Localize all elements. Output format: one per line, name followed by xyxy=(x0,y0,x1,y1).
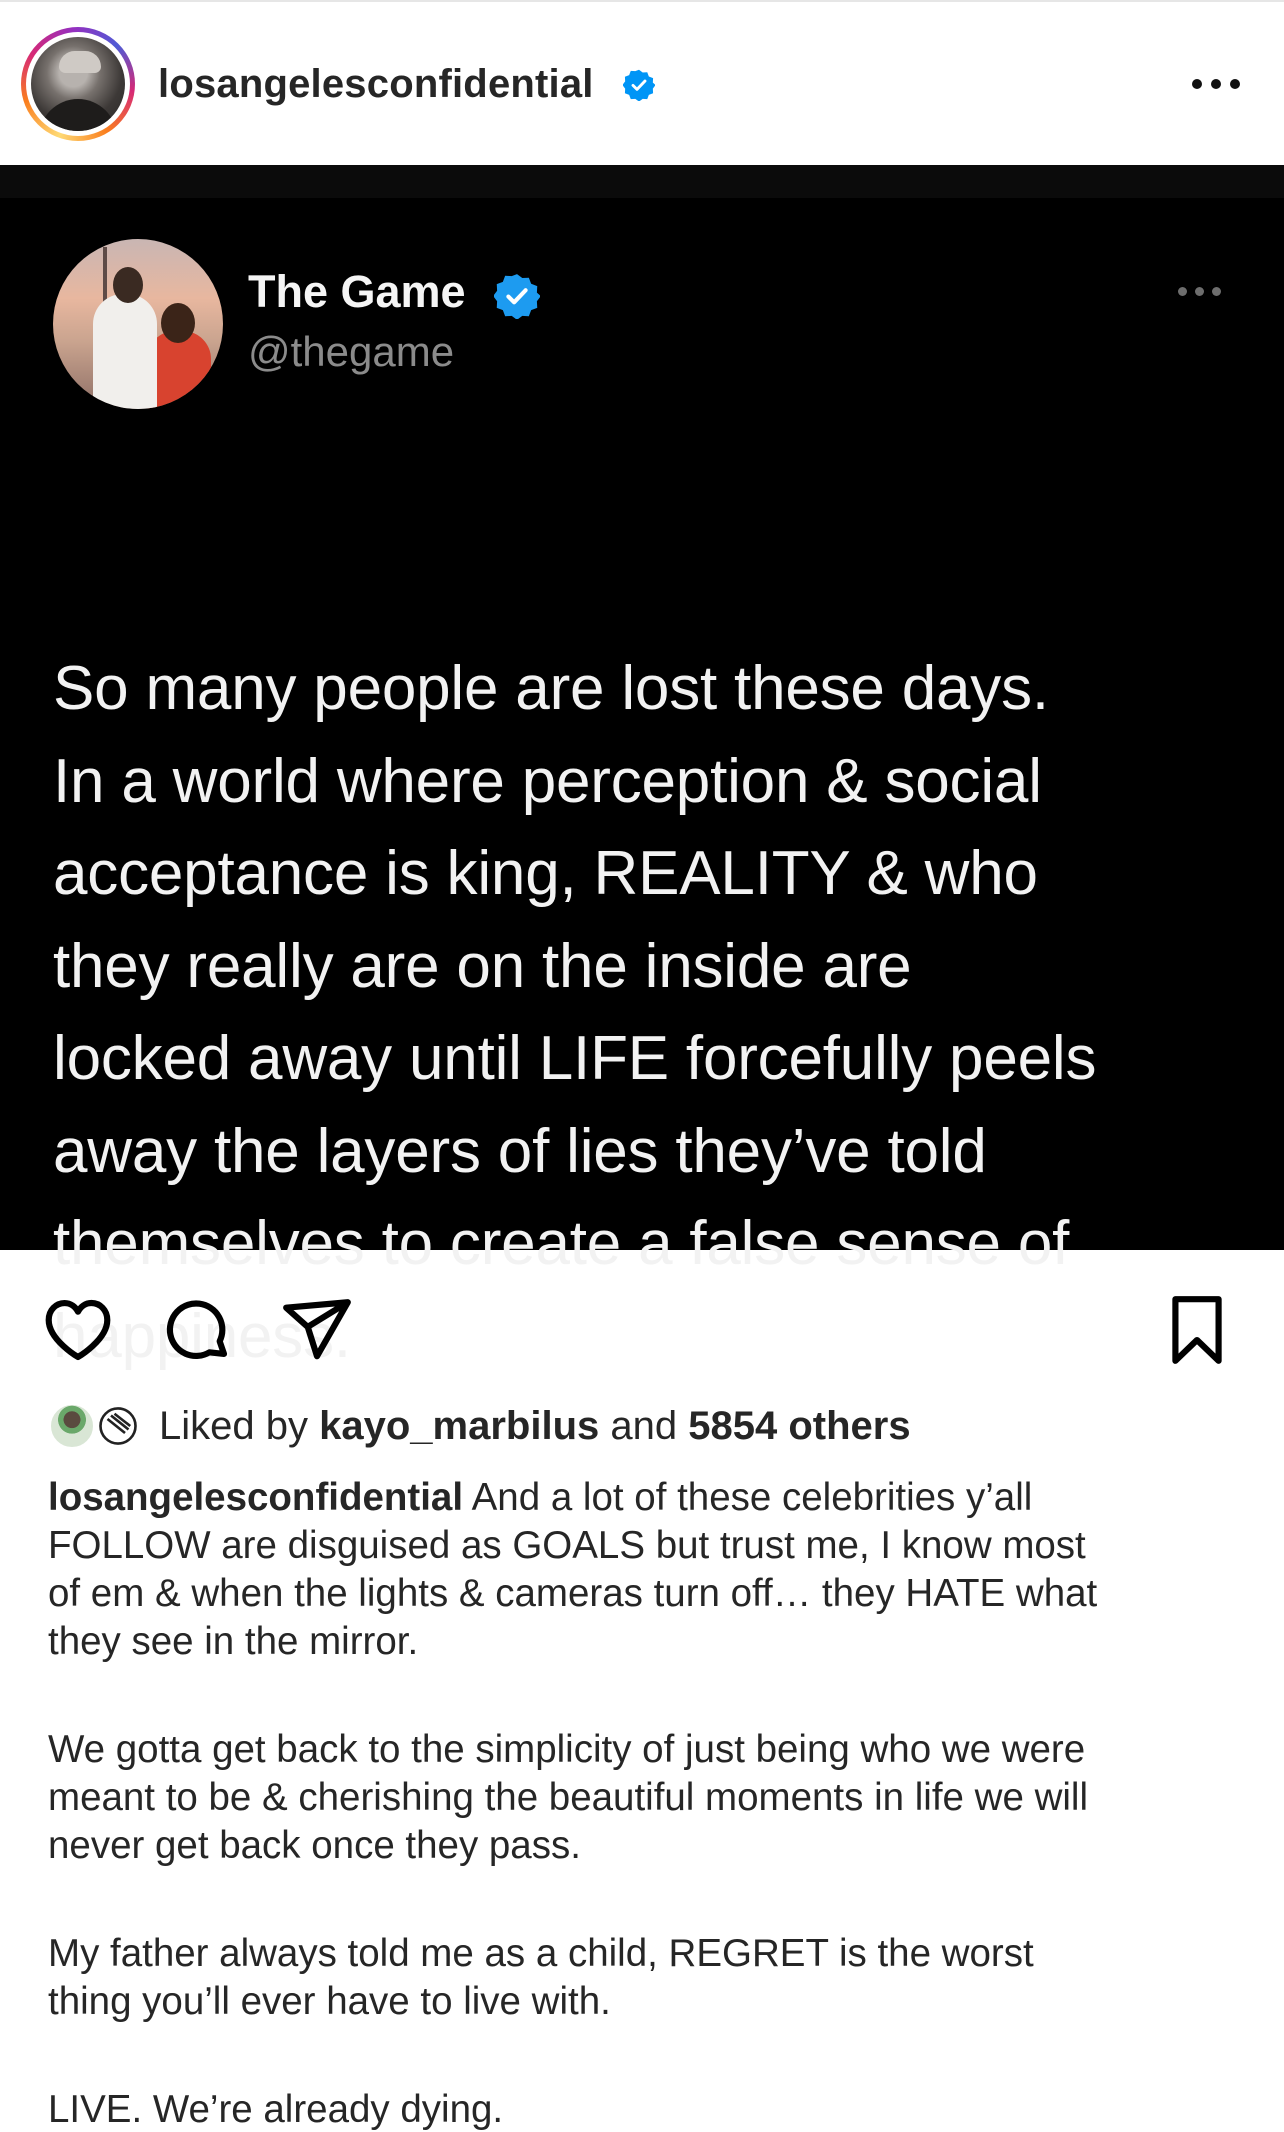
tweet-author-name: The Game xyxy=(248,266,466,317)
send-icon[interactable] xyxy=(280,1293,354,1367)
post-caption: losangelesconfidential And a lot of thes… xyxy=(48,1474,1258,2132)
liker-avatar xyxy=(48,1402,96,1450)
caption-line: of em & when the lights & cameras turn o… xyxy=(48,1572,1098,1615)
comment-icon[interactable] xyxy=(160,1293,234,1367)
caption-line: meant to be & cherishing the beautiful m… xyxy=(48,1776,1089,1819)
caption-line: LIVE. We’re already dying. xyxy=(48,2088,504,2131)
liker-avatar xyxy=(94,1402,142,1450)
caption-line: We gotta get back to the simplicity of j… xyxy=(48,1728,1086,1771)
caption-line: they see in the mirror. xyxy=(48,1620,419,1663)
caption-line: FOLLOW are disguised as GOALS but trust … xyxy=(48,1524,1086,1567)
more-options-button[interactable] xyxy=(1190,64,1242,104)
heart-icon[interactable] xyxy=(41,1293,115,1367)
caption-line: thing you’ll ever have to live with. xyxy=(48,1980,611,2023)
tweet-more-icon xyxy=(1176,281,1226,301)
caption-text: And a lot of these celebrities y’all xyxy=(471,1476,1033,1519)
tweet-author-handle: @thegame xyxy=(248,328,455,375)
profile-avatar[interactable] xyxy=(21,27,135,141)
tweet-text-line: acceptance is king, REALITY & who xyxy=(53,839,1038,908)
likes-and: and xyxy=(610,1404,678,1448)
likes-summary[interactable]: Liked by kayo_marbilus and 5854 others xyxy=(48,1400,1248,1452)
tweet-text-line: In a world where perception & social xyxy=(53,746,1042,816)
verified-badge-icon xyxy=(622,69,656,102)
tweet-author-avatar xyxy=(53,239,223,409)
caption-username[interactable]: losangelesconfidential xyxy=(48,1476,463,1519)
likes-prefix: Liked by xyxy=(159,1404,308,1448)
tweet-text-line: they really are on the inside are xyxy=(53,931,912,1001)
caption-line: never get back once they pass. xyxy=(48,1824,581,1867)
post-action-bar xyxy=(0,1250,1284,1390)
post-username[interactable]: losangelesconfidential xyxy=(158,60,594,108)
tweet-text-line: away the layers of lies they’ve told xyxy=(53,1116,987,1186)
tweet-verified-icon xyxy=(493,273,541,320)
likes-count-link[interactable]: 5854 others xyxy=(688,1404,910,1448)
tweet-text-line: locked away until LIFE forcefully peels xyxy=(53,1024,1097,1093)
liked-by-user-link[interactable]: kayo_marbilus xyxy=(319,1404,599,1448)
bookmark-icon[interactable] xyxy=(1160,1293,1234,1367)
post-image-tweet[interactable]: The Game @thegame So many people are los… xyxy=(0,165,1284,1371)
post-header: losangelesconfidential xyxy=(0,0,1284,165)
likes-text: Liked by kayo_marbilus and 5854 others xyxy=(159,1400,911,1452)
tweet-text-line: So many people are lost these days. xyxy=(53,654,1049,723)
caption-line: My father always told me as a child, REG… xyxy=(48,1932,1034,1975)
